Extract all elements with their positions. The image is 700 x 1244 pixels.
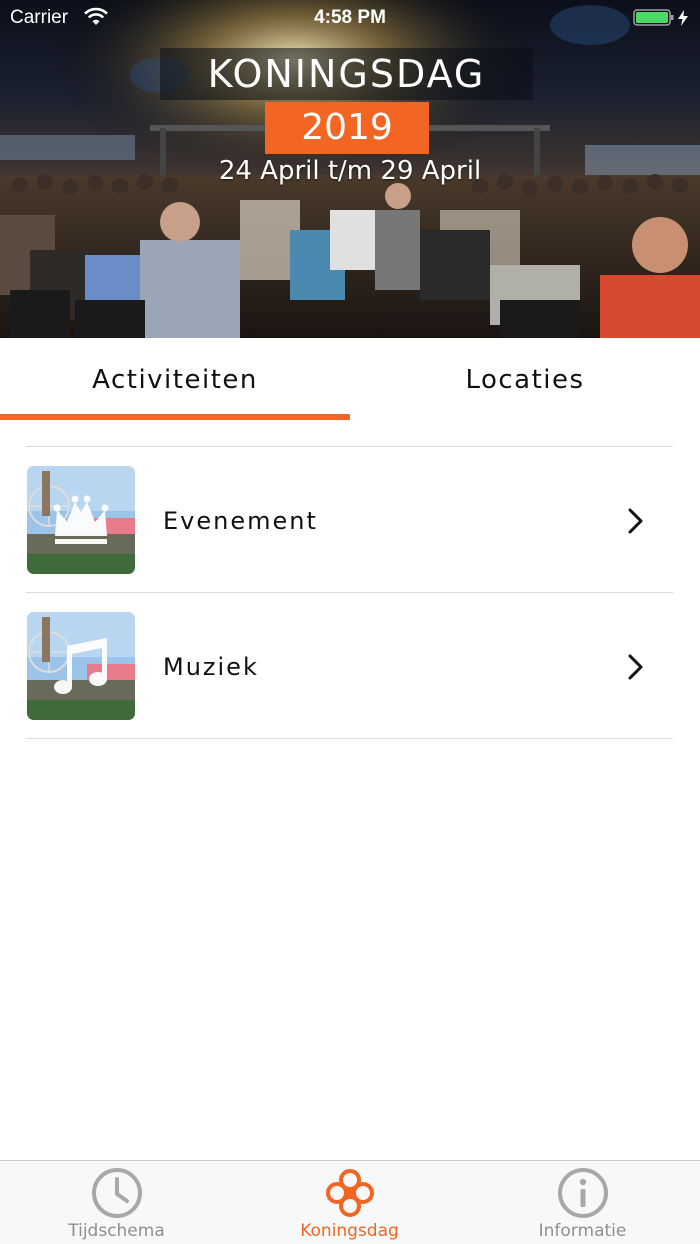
segment-tabs: Activiteiten Locaties	[0, 338, 700, 422]
tab-activiteiten[interactable]: Activiteiten	[0, 338, 350, 422]
event-year: 2019	[301, 107, 393, 148]
list-item-muziek[interactable]: Muziek	[26, 593, 673, 738]
event-dates: 24 April t/m 29 April	[218, 156, 482, 186]
tabbar-item-tijdschema[interactable]: Tijdschema	[0, 1161, 233, 1244]
event-title: KONINGSDAG	[207, 52, 486, 96]
chevron-right-icon	[628, 654, 643, 680]
clock-icon	[92, 1168, 142, 1218]
tab-locaties[interactable]: Locaties	[350, 338, 700, 422]
muziek-label: Muziek	[163, 653, 259, 681]
evenement-label: Evenement	[163, 507, 318, 535]
tabbar-item-informatie[interactable]: Informatie	[466, 1161, 699, 1244]
status-bar: Carrier 4:58 PM	[0, 0, 700, 36]
tabbar-label-informatie: Informatie	[538, 1221, 627, 1241]
chevron-right-icon	[628, 508, 643, 534]
muziek-thumbnail	[27, 612, 135, 720]
tabbar-label-koningsdag: Koningsdag	[300, 1221, 399, 1241]
flower-logo-icon	[326, 1169, 374, 1217]
app-screen: Carrier 4:58 PM KONINGSDAG 2019 24 April…	[0, 0, 700, 1244]
list-item-evenement[interactable]: Evenement	[26, 447, 673, 592]
clock-time: 4:58 PM	[314, 7, 386, 28]
battery-icon	[633, 9, 688, 26]
activity-list: Evenement Muziek	[26, 446, 673, 739]
active-tab-indicator	[0, 414, 350, 420]
bottom-tab-bar: Tijdschema Koningsdag Informatie	[0, 1160, 700, 1244]
list-divider	[26, 738, 673, 739]
tabbar-item-koningsdag[interactable]: Koningsdag	[233, 1161, 466, 1244]
evenement-thumbnail	[27, 466, 135, 574]
info-icon	[558, 1168, 608, 1218]
tabbar-label-tijdschema: Tijdschema	[68, 1221, 165, 1241]
hero-header: Carrier 4:58 PM KONINGSDAG 2019 24 April…	[0, 0, 700, 338]
